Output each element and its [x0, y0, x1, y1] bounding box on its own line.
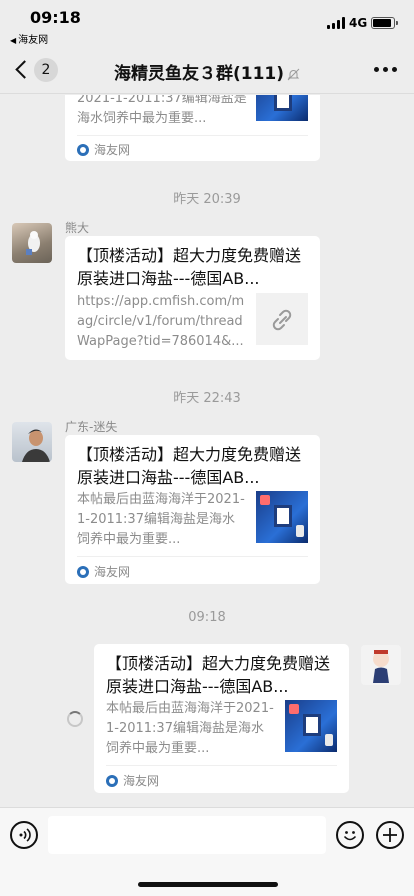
- source-icon: [77, 144, 89, 156]
- source-icon: [77, 566, 89, 578]
- message-card[interactable]: 2021-1-2011:37编辑海盐是海水饲养中最为重要... 海友网: [65, 95, 320, 161]
- timestamp: 09:18: [188, 610, 226, 625]
- card-title: 【顶楼活动】超大力度免费赠送原装进口海盐---德国AB...: [77, 246, 302, 288]
- message-card[interactable]: 【顶楼活动】超大力度免费赠送原装进口海盐---德国AB... 本帖最后由蓝海海洋…: [94, 644, 349, 793]
- mute-bell-icon: [287, 68, 300, 80]
- card-source-label: 海友网: [94, 565, 131, 579]
- voice-button[interactable]: [10, 821, 38, 849]
- battery-icon: [371, 17, 398, 29]
- sending-spinner-icon: [67, 711, 83, 727]
- card-title: 【顶楼活动】超大力度免费赠送原装进口海盐---德国AB...: [77, 445, 302, 487]
- card-thumbnail: [256, 95, 308, 121]
- voice-icon: [19, 828, 31, 842]
- chat-header: 2 海精灵鱼友３群(111): [0, 46, 414, 94]
- more-options-button[interactable]: [374, 67, 398, 73]
- link-icon: [272, 309, 292, 331]
- avatar[interactable]: [12, 223, 52, 263]
- sender-name: 熊大: [65, 221, 90, 235]
- avatar-image: [26, 231, 40, 255]
- my-avatar[interactable]: [361, 645, 401, 685]
- card-url: https://app.cmfish.com/mag/circle/v1/for…: [77, 294, 245, 349]
- avatar[interactable]: [12, 422, 52, 462]
- card-source-label: 海友网: [123, 774, 160, 788]
- signal-icon: [327, 17, 345, 29]
- card-thumbnail: [285, 700, 337, 752]
- avatar-image: [22, 429, 50, 462]
- message-card[interactable]: 【顶楼活动】超大力度免费赠送原装进口海盐---德国AB... 本帖最后由蓝海海洋…: [65, 435, 320, 584]
- plus-icon: [383, 828, 397, 842]
- back-app-label: 海友网: [18, 35, 49, 46]
- back-to-app-link[interactable]: ◀ 海友网: [10, 31, 48, 46]
- card-thumbnail: [256, 293, 308, 345]
- status-time: 09:18: [30, 8, 81, 27]
- chat-title-text: 海精灵鱼友３群(111): [113, 64, 285, 84]
- card-source-label: 海友网: [94, 143, 131, 157]
- emoji-icon: [343, 831, 357, 841]
- emoji-button[interactable]: [336, 821, 364, 849]
- chat-messages[interactable]: 2021-1-2011:37编辑海盐是海水饲养中最为重要... 海友网 昨天 2…: [0, 95, 414, 807]
- card-source: 海友网: [77, 563, 130, 580]
- card-source: 海友网: [77, 141, 130, 158]
- card-divider: [106, 765, 337, 766]
- source-icon: [106, 775, 118, 787]
- more-actions-button[interactable]: [376, 821, 404, 849]
- card-source: 海友网: [106, 772, 159, 789]
- card-title: 【顶楼活动】超大力度免费赠送原装进口海盐---德国AB...: [106, 654, 331, 696]
- timestamp: 昨天 22:43: [173, 391, 241, 406]
- card-divider: [77, 556, 308, 557]
- message-card[interactable]: 【顶楼活动】超大力度免费赠送原装进口海盐---德国AB... https://a…: [65, 236, 320, 360]
- network-type: 4G: [349, 16, 368, 30]
- sender-name: 广东-迷失: [65, 420, 118, 434]
- timestamp: 昨天 20:39: [173, 192, 241, 207]
- chat-title[interactable]: 海精灵鱼友３群(111): [0, 59, 414, 84]
- card-description: 2021-1-2011:37编辑海盐是海水饲养中最为重要...: [77, 95, 247, 126]
- card-description: 本帖最后由蓝海海洋于2021-1-2011:37编辑海盐是海水饲养中最为重要..…: [77, 492, 245, 547]
- status-bar: 09:18 ◀ 海友网 4G: [0, 0, 414, 46]
- back-triangle-icon: ◀: [10, 36, 17, 45]
- message-input[interactable]: [48, 816, 326, 854]
- card-thumbnail: [256, 491, 308, 543]
- avatar-image: [372, 650, 390, 683]
- card-divider: [77, 135, 308, 136]
- card-description: 本帖最后由蓝海海洋于2021-1-2011:37编辑海盐是海水饲养中最为重要..…: [106, 701, 274, 756]
- home-indicator[interactable]: [138, 882, 278, 887]
